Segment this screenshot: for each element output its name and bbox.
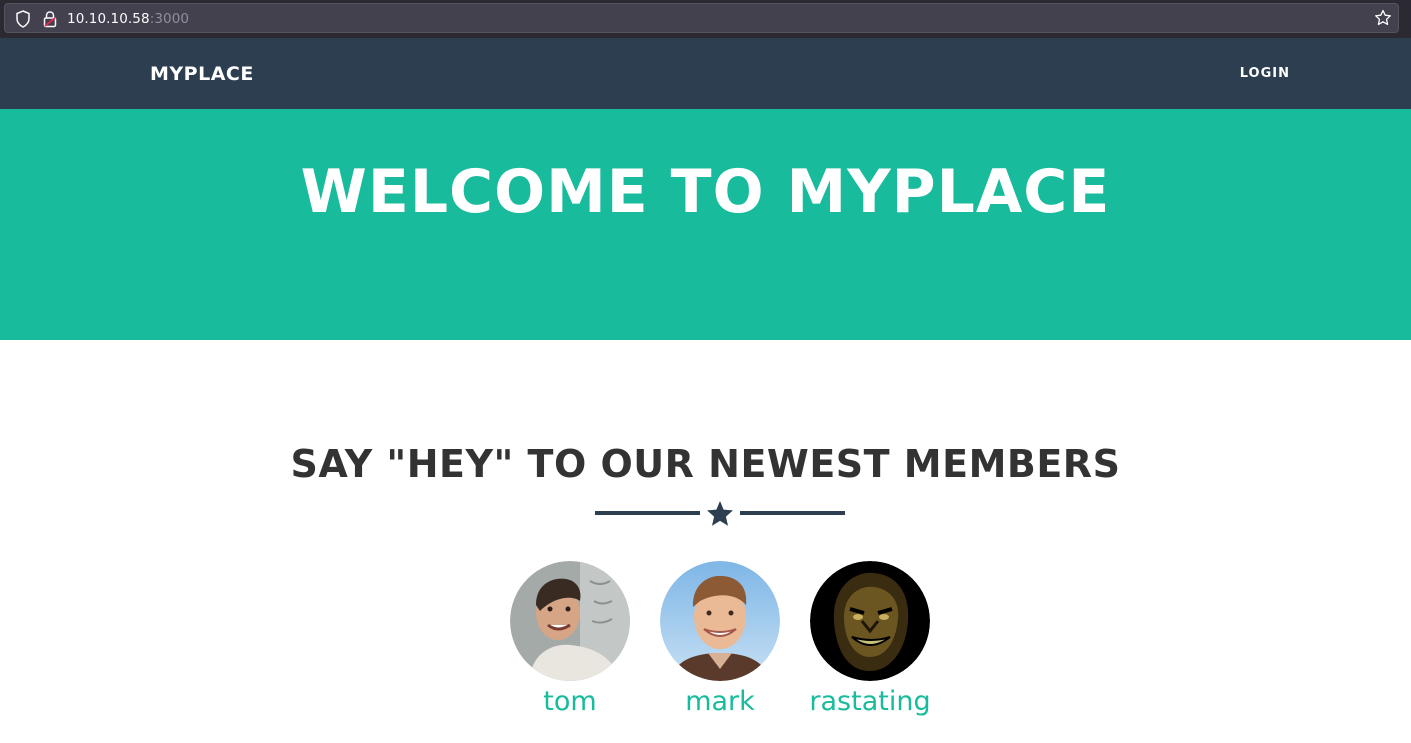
- site-navbar: MYPLACE LOGIN: [0, 38, 1411, 109]
- star-icon: [707, 501, 733, 526]
- member-name-rastating[interactable]: rastating: [800, 685, 940, 719]
- member-card-tom: tom: [500, 561, 640, 719]
- url-bar[interactable]: 10.10.10.58:3000: [4, 3, 1399, 33]
- avatar-rastating[interactable]: [810, 561, 930, 681]
- star-icon[interactable]: [1374, 9, 1392, 27]
- member-name-tom[interactable]: tom: [500, 685, 640, 719]
- url-port: :3000: [149, 11, 190, 27]
- url-host: 10.10.10.58: [67, 11, 150, 27]
- divider-line-right: [740, 511, 845, 515]
- login-link[interactable]: LOGIN: [1240, 66, 1290, 82]
- divider-line-left: [595, 511, 700, 515]
- members-section-title: SAY "HEY" TO OUR NEWEST MEMBERS: [290, 442, 1121, 486]
- avatar-mark[interactable]: [660, 561, 780, 681]
- hero-banner: WELCOME TO MYPLACE: [0, 109, 1411, 340]
- member-card-mark: mark: [650, 561, 790, 719]
- member-name-mark[interactable]: mark: [650, 685, 790, 719]
- avatar-tom[interactable]: [510, 561, 630, 681]
- hero-title: WELCOME TO MYPLACE: [300, 157, 1111, 227]
- lock-icon[interactable]: [43, 10, 57, 28]
- brand-link[interactable]: MYPLACE: [150, 62, 254, 86]
- browser-toolbar: 10.10.10.58:3000: [0, 0, 1411, 38]
- url-text[interactable]: 10.10.10.58:3000: [67, 10, 189, 28]
- member-card-rastating: rastating: [800, 561, 940, 719]
- star-divider: [595, 500, 845, 528]
- shield-icon[interactable]: [15, 10, 31, 28]
